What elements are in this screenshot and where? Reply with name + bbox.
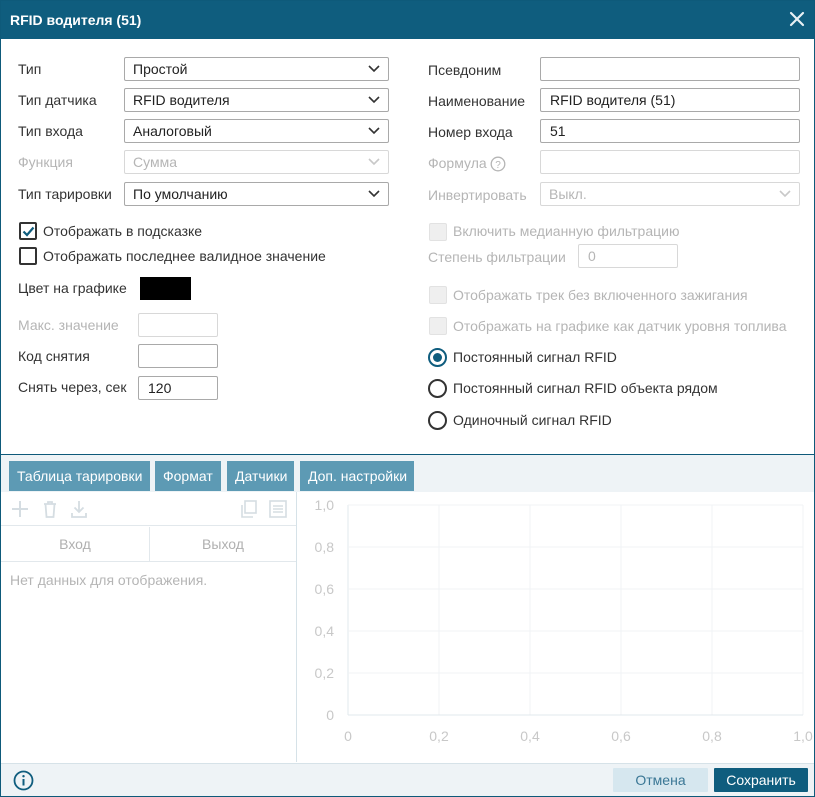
chevron-down-icon: [368, 96, 380, 104]
save-button[interactable]: Сохранить: [714, 768, 808, 792]
table-header: Вход Выход: [1, 527, 296, 562]
calib-type-label: Тип тарировки: [18, 186, 112, 202]
close-icon[interactable]: [787, 9, 807, 29]
name-label: Наименование: [428, 93, 526, 109]
svg-text:?: ?: [495, 160, 501, 171]
chevron-down-icon: [368, 127, 380, 135]
checkmark-icon: [22, 226, 35, 237]
max-value-field: [138, 313, 218, 337]
sensor-type-select[interactable]: RFID водителя: [124, 88, 389, 112]
dialog-titlebar: RFID водителя (51): [1, 1, 814, 39]
invert-select: Выкл.: [540, 182, 800, 206]
function-label: Функция: [18, 154, 73, 170]
sensor-type-label: Тип датчика: [18, 92, 97, 108]
input-number-field[interactable]: 51: [540, 119, 800, 143]
info-icon[interactable]: [13, 770, 34, 791]
chart-color-label: Цвет на графике: [18, 280, 127, 296]
calibration-chart: 0 0,2 0,4 0,6 0,8 1,0 0 0,2 0,4 0,6 0,8 1,0: [315, 497, 813, 744]
x-tick-label: 1,0: [793, 728, 813, 744]
chevron-down-icon: [368, 190, 380, 198]
calib-type-select-value: По умолчанию: [133, 186, 228, 202]
add-icon[interactable]: [10, 499, 30, 519]
radio-constant-rfid-label[interactable]: Постоянный сигнал RFID: [453, 349, 617, 365]
dialog-footer: Отмена Сохранить: [1, 763, 814, 796]
x-tick-label: 0: [344, 728, 352, 744]
radio-constant-rfid[interactable]: [428, 348, 447, 367]
radio-single-rfid-label[interactable]: Одиночный сигнал RFID: [453, 412, 612, 428]
sensor-dialog: RFID водителя (51) Тип Простой Тип датчи…: [0, 0, 815, 797]
max-value-label: Макс. значение: [18, 317, 119, 333]
x-tick-label: 0,6: [611, 728, 631, 744]
formula-field: [540, 150, 800, 174]
reset-code-label: Код снятия: [18, 348, 90, 364]
chevron-down-icon: [368, 158, 380, 166]
formula-label: Формула: [428, 155, 487, 171]
radio-dot: [433, 353, 442, 362]
list-icon[interactable]: [268, 499, 288, 519]
chevron-down-icon: [368, 65, 380, 73]
cancel-button[interactable]: Отмена: [613, 768, 708, 792]
fuel-level-chart-checkbox: [429, 317, 447, 335]
median-filter-checkbox: [429, 223, 447, 241]
y-tick-label: 1,0: [315, 497, 335, 513]
input-number-label: Номер входа: [428, 124, 513, 140]
show-in-tooltip-label[interactable]: Отображать в подсказке: [43, 223, 202, 239]
input-type-select-value: Аналоговый: [133, 123, 212, 139]
column-output[interactable]: Выход: [150, 527, 296, 562]
input-type-select[interactable]: Аналоговый: [124, 119, 389, 143]
invert-select-value: Выкл.: [549, 186, 587, 202]
chart-color-swatch[interactable]: [140, 277, 191, 300]
y-tick-label: 0,8: [315, 539, 335, 555]
y-tick-label: 0: [326, 707, 334, 723]
help-icon[interactable]: ?: [490, 156, 506, 172]
filter-degree-label: Степень фильтрации: [428, 249, 566, 265]
radio-constant-rfid-nearby-label[interactable]: Постоянный сигнал RFID объекта рядом: [453, 380, 718, 396]
calibration-table-panel: Вход Выход Нет данных для отображения.: [1, 492, 297, 762]
radio-single-rfid[interactable]: [428, 411, 447, 430]
tab-strip: Таблица тарировки Формат Датчики Доп. на…: [1, 455, 814, 492]
tab-sensors[interactable]: Датчики: [227, 461, 294, 491]
reset-after-label: Снять через, сек: [18, 379, 127, 395]
y-tick-label: 0,6: [315, 581, 335, 597]
tab-format[interactable]: Формат: [155, 461, 221, 491]
type-select[interactable]: Простой: [124, 57, 389, 81]
type-label: Тип: [18, 61, 42, 77]
reset-code-field[interactable]: [138, 344, 218, 368]
download-icon[interactable]: [69, 499, 89, 519]
tab-extra-settings[interactable]: Доп. настройки: [300, 461, 414, 491]
tab-calibration-table[interactable]: Таблица тарировки: [9, 461, 150, 491]
track-no-ignition-label: Отображать трек без включенного зажигани…: [453, 287, 748, 303]
name-field[interactable]: RFID водителя (51): [540, 88, 800, 112]
show-last-valid-checkbox[interactable]: [19, 247, 37, 265]
reset-after-field[interactable]: 120: [138, 376, 218, 400]
chevron-down-icon: [779, 190, 791, 198]
median-filter-label: Включить медианную фильтрацию: [453, 223, 680, 239]
x-tick-label: 0,8: [702, 728, 722, 744]
y-tick-label: 0,4: [315, 623, 335, 639]
function-select-value: Сумма: [133, 154, 177, 170]
filter-degree-field: 0: [578, 244, 678, 268]
table-toolbar: [1, 492, 296, 526]
show-in-tooltip-checkbox[interactable]: [19, 222, 37, 240]
calib-type-select[interactable]: По умолчанию: [124, 182, 389, 206]
dialog-title: RFID водителя (51): [10, 12, 142, 28]
show-last-valid-label[interactable]: Отображать последнее валидное значение: [43, 248, 326, 264]
invert-label: Инвертировать: [428, 187, 527, 203]
input-type-label: Тип входа: [18, 123, 83, 139]
fuel-level-chart-label: Отображать на графике как датчик уровня …: [453, 318, 787, 334]
radio-constant-rfid-nearby[interactable]: [428, 379, 447, 398]
x-tick-label: 0,4: [520, 728, 540, 744]
copy-icon[interactable]: [239, 499, 259, 519]
sensor-type-select-value: RFID водителя: [133, 92, 230, 108]
column-input[interactable]: Вход: [1, 527, 150, 562]
type-select-value: Простой: [133, 61, 188, 77]
function-select: Сумма: [124, 150, 389, 174]
y-tick-label: 0,2: [315, 665, 335, 681]
track-no-ignition-checkbox: [429, 286, 447, 304]
empty-message: Нет данных для отображения.: [10, 572, 208, 588]
trash-icon[interactable]: [40, 499, 60, 519]
alias-field[interactable]: [540, 57, 800, 81]
x-tick-label: 0,2: [429, 728, 449, 744]
alias-label: Псевдоним: [428, 62, 502, 78]
